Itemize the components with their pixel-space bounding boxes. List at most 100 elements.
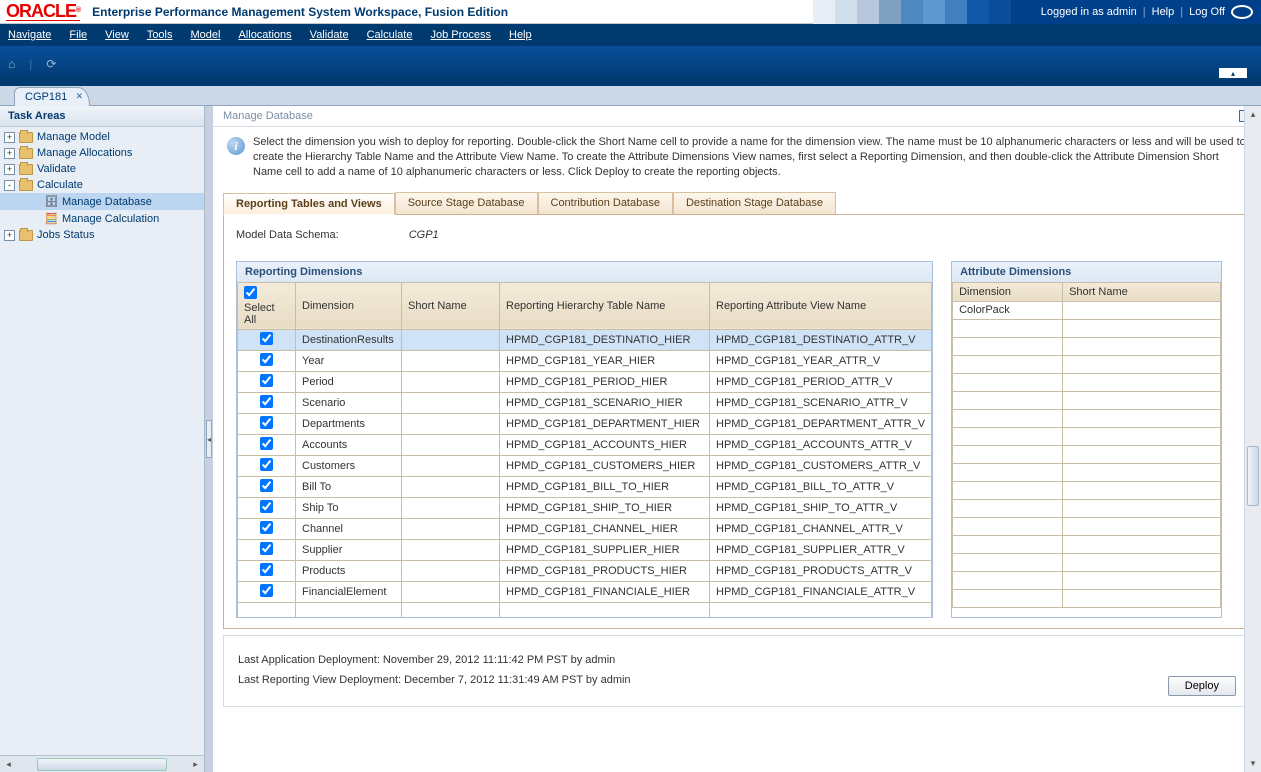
row-checkbox[interactable] [260, 395, 273, 408]
cell-dimension[interactable]: Accounts [296, 434, 402, 455]
col-attr-view[interactable]: Reporting Attribute View Name [710, 282, 932, 329]
cell-short-name[interactable] [402, 560, 500, 581]
table-row[interactable]: ScenarioHPMD_CGP181_SCENARIO_HIERHPMD_CG… [238, 392, 932, 413]
table-row[interactable]: DepartmentsHPMD_CGP181_DEPARTMENT_HIERHP… [238, 413, 932, 434]
table-row[interactable]: ProductsHPMD_CGP181_PRODUCTS_HIERHPMD_CG… [238, 560, 932, 581]
cell-short-name[interactable] [402, 371, 500, 392]
cell-short-name[interactable] [1063, 301, 1221, 319]
cell-short-name[interactable] [402, 329, 500, 350]
tab-reporting-tables[interactable]: Reporting Tables and Views [223, 193, 395, 215]
table-row[interactable]: PeriodHPMD_CGP181_PERIOD_HIERHPMD_CGP181… [238, 371, 932, 392]
cell-short-name[interactable] [402, 413, 500, 434]
sidebar-h-scrollbar[interactable]: ◂▸ [0, 755, 204, 772]
tree-node-manage-model[interactable]: +Manage Model [0, 129, 204, 145]
cell-dimension[interactable]: Ship To [296, 497, 402, 518]
cell-short-name[interactable] [402, 350, 500, 371]
row-checkbox[interactable] [260, 521, 273, 534]
tree-node-manage-calculation[interactable]: 🧮Manage Calculation [0, 210, 204, 227]
cell-dimension[interactable]: Year [296, 350, 402, 371]
refresh-icon[interactable]: ⟳ [46, 57, 56, 71]
row-checkbox[interactable] [260, 479, 273, 492]
menu-file[interactable]: File [69, 29, 87, 41]
col-short-name[interactable]: Short Name [402, 282, 500, 329]
row-checkbox[interactable] [260, 542, 273, 555]
content-v-scrollbar[interactable]: ▴▾ [1244, 106, 1261, 772]
close-icon[interactable]: ✕ [76, 91, 84, 102]
table-row[interactable]: YearHPMD_CGP181_YEAR_HIERHPMD_CGP181_YEA… [238, 350, 932, 371]
app-tab-cgp181[interactable]: CGP181 ✕ [14, 87, 90, 106]
cell-short-name[interactable] [402, 581, 500, 602]
table-row[interactable]: ChannelHPMD_CGP181_CHANNEL_HIERHPMD_CGP1… [238, 518, 932, 539]
menu-model[interactable]: Model [191, 29, 221, 41]
cell-dimension[interactable]: Bill To [296, 476, 402, 497]
cell-short-name[interactable] [402, 455, 500, 476]
cell-short-name[interactable] [402, 497, 500, 518]
help-link[interactable]: Help [1152, 6, 1175, 18]
collapse-icon[interactable]: - [4, 180, 15, 191]
col-hierarchy[interactable]: Reporting Hierarchy Table Name [500, 282, 710, 329]
row-checkbox[interactable] [260, 458, 273, 471]
cell-dimension[interactable]: Products [296, 560, 402, 581]
table-row[interactable]: FinancialElementHPMD_CGP181_FINANCIALE_H… [238, 581, 932, 602]
row-checkbox[interactable] [260, 353, 273, 366]
expand-icon[interactable]: + [4, 148, 15, 159]
cell-dimension[interactable]: Period [296, 371, 402, 392]
collapse-toolstrip-button[interactable] [1219, 68, 1247, 78]
row-checkbox[interactable] [260, 416, 273, 429]
tab-destination-stage[interactable]: Destination Stage Database [673, 192, 836, 214]
tree-node-calculate[interactable]: -Calculate [0, 177, 204, 193]
cell-short-name[interactable] [402, 392, 500, 413]
cell-short-name[interactable] [402, 434, 500, 455]
menu-help[interactable]: Help [509, 29, 532, 41]
tree-node-manage-database[interactable]: 🗄Manage Database [0, 193, 204, 210]
tree-node-validate[interactable]: +Validate [0, 161, 204, 177]
menu-allocations[interactable]: Allocations [238, 29, 291, 41]
menu-calculate[interactable]: Calculate [367, 29, 413, 41]
table-row[interactable]: CustomersHPMD_CGP181_CUSTOMERS_HIERHPMD_… [238, 455, 932, 476]
row-checkbox[interactable] [260, 563, 273, 576]
row-checkbox[interactable] [260, 332, 273, 345]
logoff-link[interactable]: Log Off [1189, 6, 1225, 18]
col2-short-name[interactable]: Short Name [1063, 282, 1221, 301]
menu-job-process[interactable]: Job Process [430, 29, 491, 41]
menu-view[interactable]: View [105, 29, 129, 41]
cell-dimension[interactable]: DestinationResults [296, 329, 402, 350]
cell-short-name[interactable] [402, 476, 500, 497]
splitter[interactable]: ◂ [205, 106, 213, 772]
expand-icon[interactable]: + [4, 164, 15, 175]
cell-short-name[interactable] [402, 539, 500, 560]
cell-dimension[interactable]: Scenario [296, 392, 402, 413]
table-row[interactable]: DestinationResultsHPMD_CGP181_DESTINATIO… [238, 329, 932, 350]
cell-dimension[interactable]: Customers [296, 455, 402, 476]
tab-contribution[interactable]: Contribution Database [538, 192, 673, 214]
col-dimension[interactable]: Dimension [296, 282, 402, 329]
select-all-checkbox[interactable] [244, 286, 257, 299]
menu-validate[interactable]: Validate [310, 29, 349, 41]
tab-source-stage[interactable]: Source Stage Database [395, 192, 538, 214]
expand-icon[interactable]: + [4, 132, 15, 143]
cell-dimension[interactable]: Departments [296, 413, 402, 434]
tree-node-jobs-status[interactable]: +Jobs Status [0, 227, 204, 243]
cell-dimension[interactable]: Channel [296, 518, 402, 539]
row-checkbox[interactable] [260, 374, 273, 387]
cell-short-name[interactable] [402, 518, 500, 539]
table-row[interactable]: Ship ToHPMD_CGP181_SHIP_TO_HIERHPMD_CGP1… [238, 497, 932, 518]
col-select-all[interactable]: Select All [238, 282, 296, 329]
tree-node-manage-allocations[interactable]: +Manage Allocations [0, 145, 204, 161]
table-row[interactable]: SupplierHPMD_CGP181_SUPPLIER_HIERHPMD_CG… [238, 539, 932, 560]
expand-icon[interactable]: + [4, 230, 15, 241]
cell-dimension[interactable]: Supplier [296, 539, 402, 560]
table-row[interactable]: Bill ToHPMD_CGP181_BILL_TO_HIERHPMD_CGP1… [238, 476, 932, 497]
col2-dimension[interactable]: Dimension [953, 282, 1063, 301]
home-icon[interactable]: ⌂ [8, 57, 15, 71]
deploy-button[interactable]: Deploy [1168, 676, 1236, 696]
table-row[interactable]: AccountsHPMD_CGP181_ACCOUNTS_HIERHPMD_CG… [238, 434, 932, 455]
menu-navigate[interactable]: Navigate [8, 29, 51, 41]
cell-dimension[interactable]: ColorPack [953, 301, 1063, 319]
table-row[interactable]: ColorPack [953, 301, 1221, 319]
row-checkbox[interactable] [260, 584, 273, 597]
cell-dimension[interactable]: FinancialElement [296, 581, 402, 602]
row-checkbox[interactable] [260, 437, 273, 450]
row-checkbox[interactable] [260, 500, 273, 513]
menu-tools[interactable]: Tools [147, 29, 173, 41]
